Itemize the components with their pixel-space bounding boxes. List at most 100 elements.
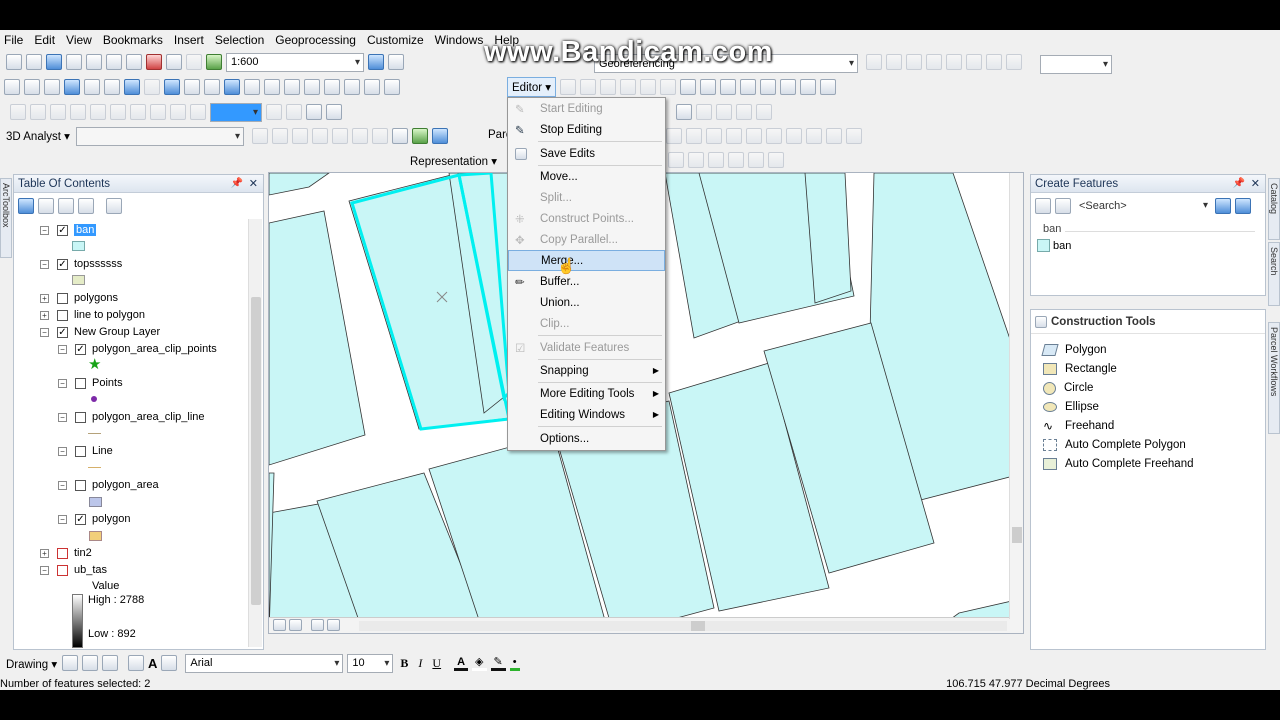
identify-icon[interactable]: [224, 79, 240, 95]
layout-tool-3-icon[interactable]: [50, 104, 66, 120]
layout-tool-10-icon[interactable]: [190, 104, 206, 120]
collapse-icon[interactable]: −: [40, 259, 49, 269]
list-by-drawing-order-icon[interactable]: [18, 198, 34, 214]
georef-tool-5-icon[interactable]: [946, 54, 962, 70]
parcel-tool-5-icon[interactable]: [746, 128, 762, 144]
menu-selection[interactable]: Selection: [211, 33, 271, 47]
rectangle-draw-icon[interactable]: [128, 655, 144, 671]
tool-auto-complete-freehand[interactable]: Auto Complete Freehand: [1043, 455, 1194, 473]
parcel-tool-1-icon[interactable]: [666, 128, 682, 144]
menu-item-move[interactable]: Move...: [508, 166, 665, 187]
toc-options-icon[interactable]: [106, 198, 122, 214]
data-view-icon[interactable]: [273, 619, 286, 631]
layout-tool-5-icon[interactable]: [90, 104, 106, 120]
organize-templates-icon[interactable]: [1035, 197, 1051, 214]
menu-insert[interactable]: Insert: [170, 33, 211, 47]
layer-label[interactable]: polygon_area: [92, 479, 159, 491]
marker-color-icon[interactable]: •: [509, 656, 520, 671]
edit-vertices-icon[interactable]: [680, 79, 696, 95]
layer-checkbox[interactable]: [75, 377, 86, 389]
menu-item-construct-points[interactable]: ⁜ Construct Points...: [508, 208, 665, 229]
toc-layer-points[interactable]: − Points: [58, 375, 123, 391]
menu-item-more-editing-tools[interactable]: More Editing Tools ▶: [508, 383, 665, 404]
toc-layer-polygons[interactable]: + polygons: [40, 290, 118, 306]
layer-label[interactable]: Points: [92, 377, 123, 389]
time-slider-icon[interactable]: [364, 79, 380, 95]
steepest-path-icon[interactable]: [272, 128, 288, 144]
menu-item-copy-parallel[interactable]: ✥ Copy Parallel...: [508, 229, 665, 250]
point-icon[interactable]: [660, 79, 676, 95]
layer-label[interactable]: tin2: [74, 547, 92, 559]
menu-item-stop-editing[interactable]: ✎ Stop Editing: [508, 119, 665, 140]
tool-polygon[interactable]: Polygon: [1041, 341, 1107, 359]
expand-icon[interactable]: +: [40, 310, 49, 320]
contour-icon[interactable]: [252, 128, 268, 144]
menu-geoprocessing[interactable]: Geoprocessing: [271, 33, 363, 47]
list-by-visibility-icon[interactable]: [58, 198, 74, 214]
fixed-zoom-in-icon[interactable]: [84, 79, 100, 95]
georef-tool-4-icon[interactable]: [926, 54, 942, 70]
zoom-to-selected-icon[interactable]: [102, 655, 118, 671]
georef-tool-1-icon[interactable]: [866, 54, 882, 70]
layout-view-icon[interactable]: [289, 619, 302, 631]
close-icon[interactable]: ✕: [249, 177, 258, 190]
template-filter-icon[interactable]: [1055, 197, 1071, 214]
toc-layer-polygon-area-clip-points[interactable]: − ✓ polygon_area_clip_points: [58, 341, 217, 357]
editor-toolbar-icon[interactable]: [368, 54, 384, 70]
layout-tool-11-icon[interactable]: [266, 104, 282, 120]
toc-layer-polygon-area-clip-line[interactable]: − polygon_area_clip_line: [58, 409, 205, 425]
open-icon[interactable]: [26, 54, 42, 70]
topology-tool-1-icon[interactable]: [676, 104, 692, 120]
layer-checkbox[interactable]: [75, 411, 86, 423]
toc-layer-ban[interactable]: − ✓ ban: [40, 222, 97, 238]
layer-checkbox[interactable]: [57, 309, 68, 321]
pause-drawing-icon[interactable]: [327, 619, 340, 631]
edit-tool-icon[interactable]: [560, 79, 576, 95]
layout-tool-14-icon[interactable]: [326, 104, 342, 120]
menu-item-buffer[interactable]: ✏ Buffer...: [508, 271, 665, 292]
trace-icon[interactable]: [640, 79, 656, 95]
layer-label[interactable]: polygon: [92, 513, 131, 525]
layer-checkbox[interactable]: [57, 564, 68, 576]
expand-icon[interactable]: +: [40, 293, 49, 303]
tool-freehand[interactable]: ∿ Freehand: [1043, 417, 1114, 435]
tool-auto-complete-polygon[interactable]: Auto Complete Polygon: [1043, 436, 1186, 454]
tool-circle[interactable]: Circle: [1043, 379, 1093, 397]
collapse-icon[interactable]: −: [58, 344, 67, 354]
catalog-tab[interactable]: Catalog: [1268, 178, 1280, 240]
menu-item-start-editing[interactable]: ✎ Start Editing: [508, 98, 665, 119]
rep-tool-6-icon[interactable]: [768, 152, 784, 168]
layer-label[interactable]: line to polygon: [74, 309, 145, 321]
pin-icon[interactable]: 📌: [231, 178, 243, 189]
layout-tool-12-icon[interactable]: [286, 104, 302, 120]
parcel-tool-9-icon[interactable]: [826, 128, 842, 144]
list-by-selection-icon[interactable]: [78, 198, 94, 214]
sketch-properties-icon[interactable]: [800, 79, 816, 95]
clear-selection-icon[interactable]: [184, 79, 200, 95]
profile-icon[interactable]: [312, 128, 328, 144]
list-by-source-icon[interactable]: [38, 198, 54, 214]
cut-icon[interactable]: [86, 54, 102, 70]
create-viewer-icon[interactable]: [384, 79, 400, 95]
rep-tool-3-icon[interactable]: [708, 152, 724, 168]
collapse-icon[interactable]: −: [40, 225, 49, 235]
collapse-icon[interactable]: −: [58, 480, 67, 490]
collapse-icon[interactable]: −: [58, 514, 67, 524]
layout-tool-6-icon[interactable]: [110, 104, 126, 120]
tool-ellipse[interactable]: Ellipse: [1043, 398, 1099, 416]
layout-tool-13-icon[interactable]: [306, 104, 322, 120]
select-elements-icon[interactable]: [62, 655, 78, 671]
arctoolbox-tab[interactable]: ArcToolbox: [0, 178, 12, 258]
topology-tool-3-icon[interactable]: [716, 104, 732, 120]
layer-label[interactable]: New Group Layer: [74, 326, 160, 338]
georef-tool-3-icon[interactable]: [906, 54, 922, 70]
search-tab[interactable]: Search: [1268, 242, 1280, 306]
layer-label[interactable]: ban: [74, 224, 97, 236]
layer-checkbox[interactable]: [75, 479, 86, 491]
layer-label[interactable]: polygon_area_clip_line: [92, 411, 205, 423]
copy-icon[interactable]: [106, 54, 122, 70]
tool-rectangle[interactable]: Rectangle: [1043, 360, 1117, 378]
georef-extra-combo[interactable]: [1040, 55, 1112, 74]
editor-menu-button[interactable]: Editor ▾: [507, 77, 557, 97]
georef-tool-8-icon[interactable]: [1006, 54, 1022, 70]
